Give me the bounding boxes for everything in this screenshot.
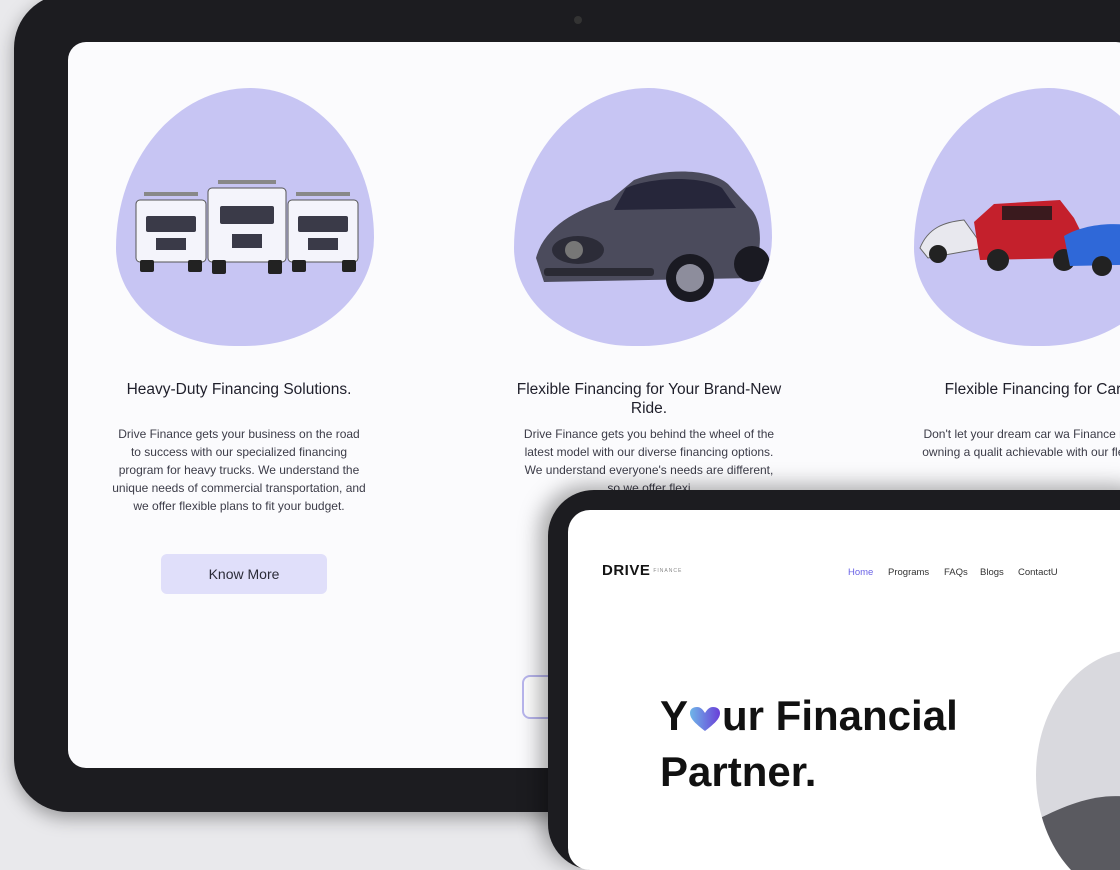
hero-line1-end: ur Financial — [722, 692, 958, 739]
card-image-used-cars — [914, 88, 1120, 346]
drive-finance-logo[interactable]: DRIVE FINANCE — [602, 562, 682, 579]
hero-photo — [1036, 796, 1120, 870]
hero-line1-start: Y — [660, 692, 689, 739]
nav-contact[interactable]: ContactU — [1018, 567, 1058, 578]
logo-text: DRIVE — [602, 562, 651, 579]
card-title: Flexible Financing for Your Brand-New Ri… — [516, 381, 782, 417]
card-image-heavy-trucks — [116, 88, 374, 346]
card-description: Drive Finance gets your business on the … — [112, 427, 366, 513]
hero-image — [1036, 650, 1120, 870]
nav-faqs[interactable]: FAQs — [944, 567, 968, 578]
card-title: Flexible Financing for Cars. — [944, 381, 1120, 398]
camera-icon — [574, 16, 582, 24]
nav-home[interactable]: Home — [848, 567, 873, 578]
tablet-front-frame: DRIVE FINANCE Home Programs FAQs Blogs Co… — [548, 490, 1120, 870]
know-more-button[interactable]: Know More — [161, 554, 327, 594]
tablet-front-screen: DRIVE FINANCE Home Programs FAQs Blogs Co… — [568, 510, 1120, 870]
card-title: Heavy-Duty Financing Solutions. — [126, 381, 352, 398]
hero-heading: Y ur Financial Partner. — [660, 688, 958, 800]
cars-illustration — [919, 200, 1120, 276]
heart-logo-icon — [690, 706, 721, 731]
card-image-new-car — [514, 88, 772, 346]
nav-programs[interactable]: Programs — [888, 567, 929, 578]
card-description: Don't let your dream car wa Finance make… — [922, 427, 1120, 459]
card-description: Drive Finance gets you behind the wheel … — [523, 427, 775, 495]
nav-blogs[interactable]: Blogs — [980, 567, 1004, 578]
trucks-illustration — [135, 180, 359, 274]
logo-subtext: FINANCE — [653, 568, 683, 575]
car-illustration — [536, 171, 770, 302]
hero-line2: Partner. — [660, 748, 817, 795]
